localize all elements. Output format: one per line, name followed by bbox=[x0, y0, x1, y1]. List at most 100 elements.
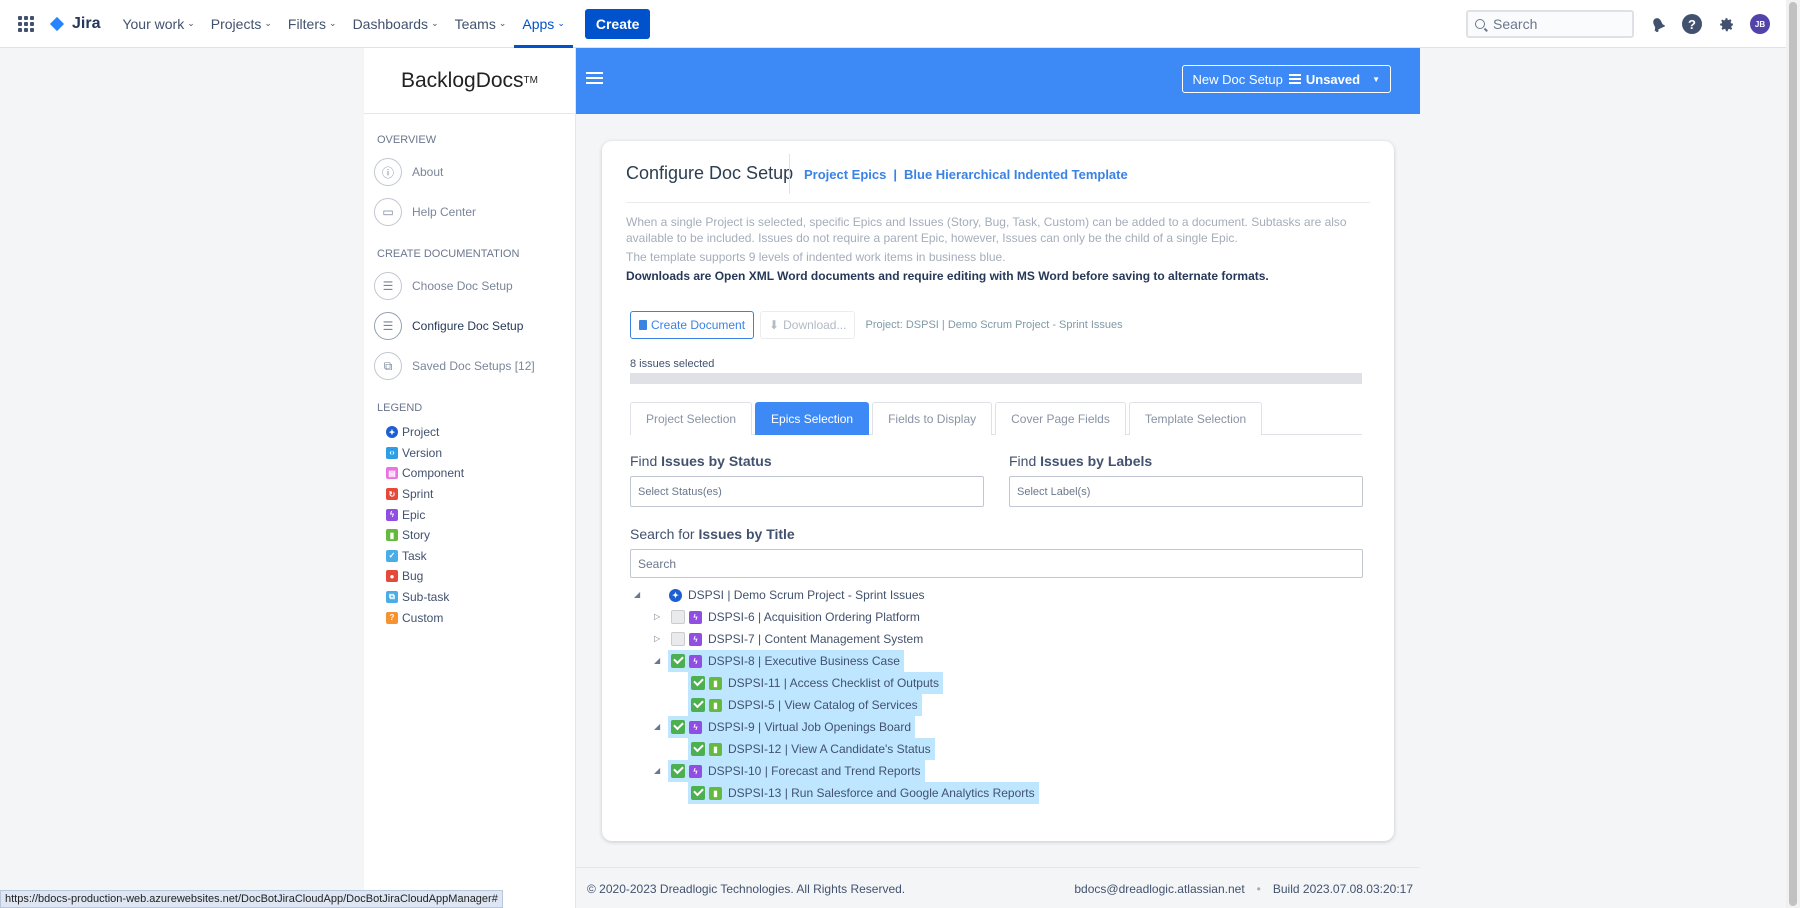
subtitle-project-epics[interactable]: Project Epics bbox=[804, 167, 886, 182]
page-scrollbar[interactable] bbox=[1786, 0, 1800, 908]
tree-node-story[interactable]: ▮ DSPSI-11 | Access Checklist of Outputs bbox=[688, 672, 943, 694]
avatar[interactable]: JB bbox=[1750, 14, 1770, 34]
epic-icon: ϟ bbox=[689, 632, 702, 646]
subtitle-template[interactable]: Blue Hierarchical Indented Template bbox=[904, 167, 1128, 182]
brand-name: BacklogDocs bbox=[400, 68, 524, 92]
legend-label: Task bbox=[402, 548, 427, 563]
nav-your-work[interactable]: Your work ⌄ bbox=[114, 0, 202, 48]
help-icon[interactable]: ? bbox=[1682, 14, 1702, 34]
sidebar-item-help-center[interactable]: ▭ Help Center bbox=[374, 198, 575, 226]
doc-setup-dropdown[interactable]: New Doc Setup Unsaved ▼ bbox=[1181, 65, 1391, 93]
labels-select[interactable]: Select Label(s) bbox=[1009, 476, 1363, 507]
tree-checkbox[interactable] bbox=[671, 654, 685, 668]
tree-node-label: DSPSI-8 | Executive Business Case bbox=[708, 654, 900, 668]
nav-filters[interactable]: Filters ⌄ bbox=[280, 0, 345, 48]
create-document-button[interactable]: Create Document bbox=[630, 311, 755, 339]
project-icon: ✦ bbox=[386, 426, 398, 439]
legend-item: ✓ Task bbox=[386, 546, 575, 567]
labels-filter-label-a: Find bbox=[1009, 453, 1037, 469]
issues-selected-count: 8 issues selected bbox=[630, 358, 715, 370]
sidebar-item-label: Choose Doc Setup bbox=[412, 279, 513, 293]
tree-checkbox[interactable] bbox=[671, 632, 685, 646]
app-switcher-icon[interactable] bbox=[18, 15, 34, 32]
status-select[interactable]: Select Status(es) bbox=[630, 476, 984, 507]
tree-node-label: DSPSI-13 | Run Salesforce and Google Ana… bbox=[728, 786, 1035, 800]
copyright: © 2020-2023 Dreadlogic Technologies. All… bbox=[587, 882, 906, 896]
tree-node-epic[interactable]: ◢ ϟ DSPSI-8 | Executive Business Case bbox=[654, 650, 904, 672]
nav-dashboards-label: Dashboards bbox=[352, 15, 429, 32]
tree-checkbox[interactable] bbox=[691, 698, 705, 712]
tree-node-epic[interactable]: ▷ ϟ DSPSI-7 | Content Management System bbox=[654, 628, 927, 650]
settings-gear-icon[interactable] bbox=[1716, 14, 1736, 34]
legend: ✦ Project ‹› Version ▤ Component ↻ Sprint ϟE… bbox=[386, 422, 575, 628]
nav-your-work-label: Your work bbox=[122, 15, 185, 32]
jira-logo[interactable]: Jira bbox=[48, 15, 100, 33]
tree-checkbox[interactable] bbox=[671, 610, 685, 624]
expand-arrow-icon[interactable]: ▷ bbox=[654, 634, 660, 643]
tree-node-project[interactable]: ◢ ✦ DSPSI | Demo Scrum Project - Sprint Is… bbox=[634, 584, 929, 606]
jira-mark-icon bbox=[48, 15, 66, 33]
nav-teams[interactable]: Teams ⌄ bbox=[447, 0, 515, 48]
footer-build: Build 2023.07.08.03:20:17 bbox=[1272, 882, 1413, 896]
tree-node-story[interactable]: ▮ DSPSI-5 | View Catalog of Services bbox=[688, 694, 922, 716]
labels-filter-label-b: Issues by Labels bbox=[1040, 453, 1153, 469]
nav-dashboards[interactable]: Dashboards ⌄ bbox=[345, 0, 447, 48]
nav-apps[interactable]: Apps ⌄ bbox=[514, 0, 573, 48]
sprint-icon: ↻ bbox=[386, 488, 398, 501]
task-icon: ✓ bbox=[386, 549, 398, 562]
title-search-label: Search for Issues by Title bbox=[630, 526, 795, 542]
sidebar-item-choose-doc-setup[interactable]: ☰ Choose Doc Setup bbox=[374, 272, 575, 300]
tree-node-story[interactable]: ▮ DSPSI-13 | Run Salesforce and Google An… bbox=[688, 782, 1039, 804]
page-title: Configure Doc Setup bbox=[626, 163, 794, 183]
sidebar-item-saved-doc-setups[interactable]: ⧉ Saved Doc Setups [12] bbox=[374, 352, 575, 380]
legend-label: Component bbox=[402, 466, 465, 481]
sidebar-item-configure-doc-setup[interactable]: ☰ Configure Doc Setup bbox=[374, 312, 575, 340]
tree-checkbox[interactable] bbox=[691, 676, 705, 690]
nav-projects-label: Projects bbox=[210, 15, 262, 32]
tab-epics-selection[interactable]: Epics Selection bbox=[755, 402, 870, 435]
expand-arrow-icon[interactable]: ▷ bbox=[654, 612, 660, 621]
title-search-placeholder: Search bbox=[638, 556, 677, 571]
story-icon: ▮ bbox=[709, 676, 722, 690]
sidebar-item-about[interactable]: ⓘ About bbox=[374, 158, 575, 186]
tree-node-story[interactable]: ▮ DSPSI-12 | View A Candidate's Status bbox=[688, 738, 935, 760]
actions: Create Document ⬇ Download... Project: D… bbox=[630, 311, 1123, 339]
tab-fields-to-display[interactable]: Fields to Display bbox=[872, 402, 993, 435]
nav-projects[interactable]: Projects ⌄ bbox=[203, 0, 280, 48]
collapse-arrow-icon[interactable]: ◢ bbox=[654, 656, 660, 665]
tab-template-selection[interactable]: Template Selection bbox=[1128, 402, 1263, 435]
caret-down-icon: ▼ bbox=[1372, 74, 1380, 84]
legend-item: ● Bug bbox=[386, 566, 575, 587]
collapse-arrow-icon[interactable]: ◢ bbox=[654, 766, 660, 775]
tree-node-epic[interactable]: ◢ ϟ DSPSI-9 | Virtual Job Openings Board bbox=[654, 716, 916, 738]
tree-checkbox[interactable] bbox=[691, 786, 705, 800]
description-text: The template supports 9 levels of indent… bbox=[626, 250, 1006, 264]
tree-checkbox[interactable] bbox=[651, 588, 665, 602]
tree-checkbox[interactable] bbox=[671, 720, 685, 734]
notifications-bell-icon[interactable] bbox=[1648, 14, 1668, 34]
footer-email[interactable]: bdocs@dreadlogic.atlassian.net bbox=[1074, 882, 1244, 896]
tab-cover-page-fields[interactable]: Cover Page Fields bbox=[995, 402, 1126, 435]
configure-card: Configure Doc Setup Project Epics | Blue… bbox=[602, 141, 1394, 841]
epic-icon: ϟ bbox=[689, 720, 702, 734]
top-navigation: Jira Your work ⌄ Projects ⌄ Filters ⌄ Dashb… bbox=[0, 0, 1800, 48]
collapse-arrow-icon[interactable]: ◢ bbox=[654, 722, 660, 731]
search-input[interactable]: Search bbox=[1466, 10, 1634, 38]
tree-checkbox[interactable] bbox=[671, 764, 685, 778]
component-icon: ▤ bbox=[386, 467, 398, 480]
tree-node-epic[interactable]: ◢ ϟ DSPSI-10 | Forecast and Trend Reports bbox=[654, 760, 925, 782]
tree-checkbox[interactable] bbox=[691, 742, 705, 756]
collapse-arrow-icon[interactable]: ◢ bbox=[634, 590, 640, 599]
title-search-input[interactable]: Search bbox=[630, 549, 1363, 578]
status-filter-label: Find Issues by Status bbox=[630, 453, 772, 469]
chevron-down-icon: ⌄ bbox=[557, 18, 565, 28]
title-search-label-a: Search for bbox=[630, 526, 695, 542]
create-button[interactable]: Create bbox=[584, 8, 651, 39]
legend-label: Epic bbox=[402, 507, 426, 522]
tree-node-epic[interactable]: ▷ ϟ DSPSI-6 | Acquisition Ordering Platfor… bbox=[654, 606, 924, 628]
hamburger-menu-icon[interactable] bbox=[586, 72, 603, 85]
sidebar: BacklogDocs TM OVERVIEW ⓘ About ▭ Help Ce… bbox=[364, 48, 576, 908]
story-icon: ▮ bbox=[709, 786, 722, 800]
tab-project-selection[interactable]: Project Selection bbox=[630, 402, 753, 435]
download-button[interactable]: ⬇ Download... bbox=[760, 311, 856, 339]
